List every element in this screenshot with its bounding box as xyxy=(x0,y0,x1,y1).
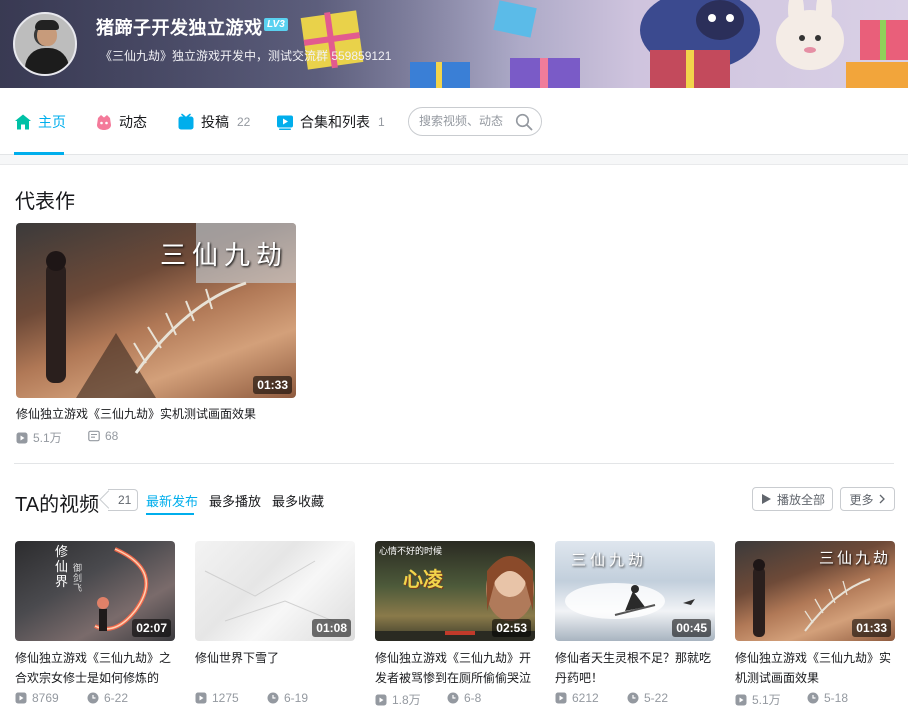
dynamic-icon xyxy=(95,113,113,131)
video-1-views-value: 1275 xyxy=(212,691,239,705)
videos-count-badge: 21 xyxy=(108,489,139,511)
masterpiece-thumb-text: 三仙九劫 xyxy=(159,241,288,271)
collections-count: 1 xyxy=(378,115,385,129)
play-icon xyxy=(761,494,771,504)
video-2-date: 6-8 xyxy=(447,691,481,705)
video-4-date: 5-18 xyxy=(807,691,848,705)
video-thumbnail[interactable]: 三仙九劫 00:45 xyxy=(555,541,715,641)
masterpiece-danmaku: 68 xyxy=(88,429,118,443)
level-badge: LV3 xyxy=(264,18,288,31)
uploads-count: 22 xyxy=(237,115,251,129)
video-2-thumb-text: 心凌 xyxy=(403,567,443,591)
video-1-duration: 01:08 xyxy=(312,619,351,637)
masterpiece-views: 5.1万 xyxy=(16,429,62,446)
video-2-thumb-sub: 心情不好的时候 xyxy=(379,546,443,556)
username: 猪蹄子开发独立游戏 xyxy=(96,18,263,38)
section-divider xyxy=(14,463,894,464)
uploads-icon xyxy=(177,113,195,131)
play-count-icon xyxy=(15,692,27,704)
play-count-icon xyxy=(735,694,747,705)
video-2-title[interactable]: 修仙独立游戏《三仙九劫》开发者被骂惨到在厕所偷偷哭泣 xyxy=(375,648,537,688)
tab-dynamic[interactable]: 动态 xyxy=(95,112,147,132)
play-all-button[interactable]: 播放全部 xyxy=(752,487,833,511)
video-0-views: 8769 xyxy=(15,691,59,705)
more-button[interactable]: 更多 xyxy=(840,487,895,511)
search-input[interactable] xyxy=(419,114,515,128)
user-signature: 《三仙九劫》独立游戏开发中，测试交流群 559859121 xyxy=(100,49,392,63)
video-1-date-value: 6-19 xyxy=(284,691,309,705)
play-all-label: 播放全部 xyxy=(776,492,825,507)
avatar[interactable] xyxy=(13,12,77,76)
video-4-title[interactable]: 修仙独立游戏《三仙九劫》实机测试画面效果 xyxy=(735,648,897,688)
video-0-thumb-sub: 御剑飞 xyxy=(73,563,83,593)
play-count-icon xyxy=(555,692,567,704)
clock-icon xyxy=(807,692,819,704)
video-2-date-value: 6-8 xyxy=(464,691,482,705)
clock-icon xyxy=(447,692,459,704)
tab-most-played[interactable]: 最多播放 xyxy=(209,491,261,510)
tab-home-label: 主页 xyxy=(38,114,66,130)
tab-most-favorited[interactable]: 最多收藏 xyxy=(272,491,324,510)
video-2-views-value: 1.8万 xyxy=(392,693,421,707)
tab-uploads[interactable]: 投稿 22 xyxy=(177,112,250,132)
play-count-icon xyxy=(195,692,207,704)
clock-icon xyxy=(267,692,279,704)
video-2-duration: 02:53 xyxy=(492,619,531,637)
tab-uploads-label: 投稿 xyxy=(201,114,229,130)
video-thumbnail[interactable]: 心情不好的时候 心凌 02:53 xyxy=(375,541,535,641)
masterpiece-duration: 01:33 xyxy=(253,376,292,394)
more-label: 更多 xyxy=(849,492,874,507)
video-3-views: 6212 xyxy=(555,691,599,705)
section-separator xyxy=(0,155,908,165)
video-thumbnail[interactable]: 修仙界 御剑飞 02:07 xyxy=(15,541,175,641)
tab-home[interactable]: 主页 xyxy=(14,112,66,132)
search-icon[interactable] xyxy=(515,113,533,131)
profile-banner: 猪蹄子开发独立游戏 LV3 《三仙九劫》独立游戏开发中，测试交流群 559859… xyxy=(0,0,908,88)
video-0-duration: 02:07 xyxy=(132,619,171,637)
masterpiece-video-title[interactable]: 修仙独立游戏《三仙九劫》实机测试画面效果 xyxy=(16,404,306,424)
masterpiece-danmaku-value: 68 xyxy=(105,429,119,443)
clock-icon xyxy=(87,692,99,704)
video-3-duration: 00:45 xyxy=(672,619,711,637)
danmaku-icon xyxy=(88,430,100,442)
video-4-thumb-text: 三仙九劫 xyxy=(818,549,891,567)
video-3-date: 5-22 xyxy=(627,691,668,705)
video-2-views: 1.8万 xyxy=(375,691,421,708)
video-4-date-value: 5-18 xyxy=(824,691,849,705)
video-thumbnail[interactable]: 01:08 xyxy=(195,541,355,641)
video-3-views-value: 6212 xyxy=(572,691,599,705)
video-0-date: 6-22 xyxy=(87,691,128,705)
video-1-views: 1275 xyxy=(195,691,239,705)
home-icon xyxy=(14,113,32,131)
tab-collections-label: 合集和列表 xyxy=(300,114,370,130)
tab-dynamic-label: 动态 xyxy=(119,114,147,130)
masterpiece-title: 代表作 xyxy=(15,191,75,213)
video-1-date: 6-19 xyxy=(267,691,308,705)
video-0-views-value: 8769 xyxy=(32,691,59,705)
videos-tab-indicator xyxy=(146,513,194,515)
video-0-date-value: 6-22 xyxy=(104,691,129,705)
clock-icon xyxy=(627,692,639,704)
video-4-views-value: 5.1万 xyxy=(752,693,781,707)
video-4-duration: 01:33 xyxy=(852,619,891,637)
video-4-views: 5.1万 xyxy=(735,691,781,708)
collections-icon xyxy=(276,113,294,131)
play-count-icon xyxy=(375,694,387,705)
video-0-thumb-text: 修仙界 xyxy=(55,545,69,590)
video-3-date-value: 5-22 xyxy=(644,691,669,705)
masterpiece-thumbnail[interactable]: 三仙九劫 01:33 xyxy=(16,223,296,398)
play-count-icon xyxy=(16,432,28,443)
tab-collections[interactable]: 合集和列表 1 xyxy=(276,112,385,132)
masterpiece-views-value: 5.1万 xyxy=(33,431,62,445)
video-3-title[interactable]: 修仙者天生灵根不足？那就吃丹药吧！ xyxy=(555,648,717,688)
video-thumbnail[interactable]: 三仙九劫 01:33 xyxy=(735,541,895,641)
banner-artwork xyxy=(300,0,908,88)
video-0-title[interactable]: 修仙独立游戏《三仙九劫》之合欢宗女修士是如何修炼的 xyxy=(15,648,177,688)
tab-latest[interactable]: 最新发布 xyxy=(146,491,198,510)
video-3-thumb-text: 三仙九劫 xyxy=(571,551,648,569)
videos-section-title: TA的视频 xyxy=(15,494,100,516)
video-1-title[interactable]: 修仙世界下雪了 xyxy=(195,648,357,688)
chevron-right-icon xyxy=(879,494,885,504)
search-box[interactable] xyxy=(408,107,542,136)
